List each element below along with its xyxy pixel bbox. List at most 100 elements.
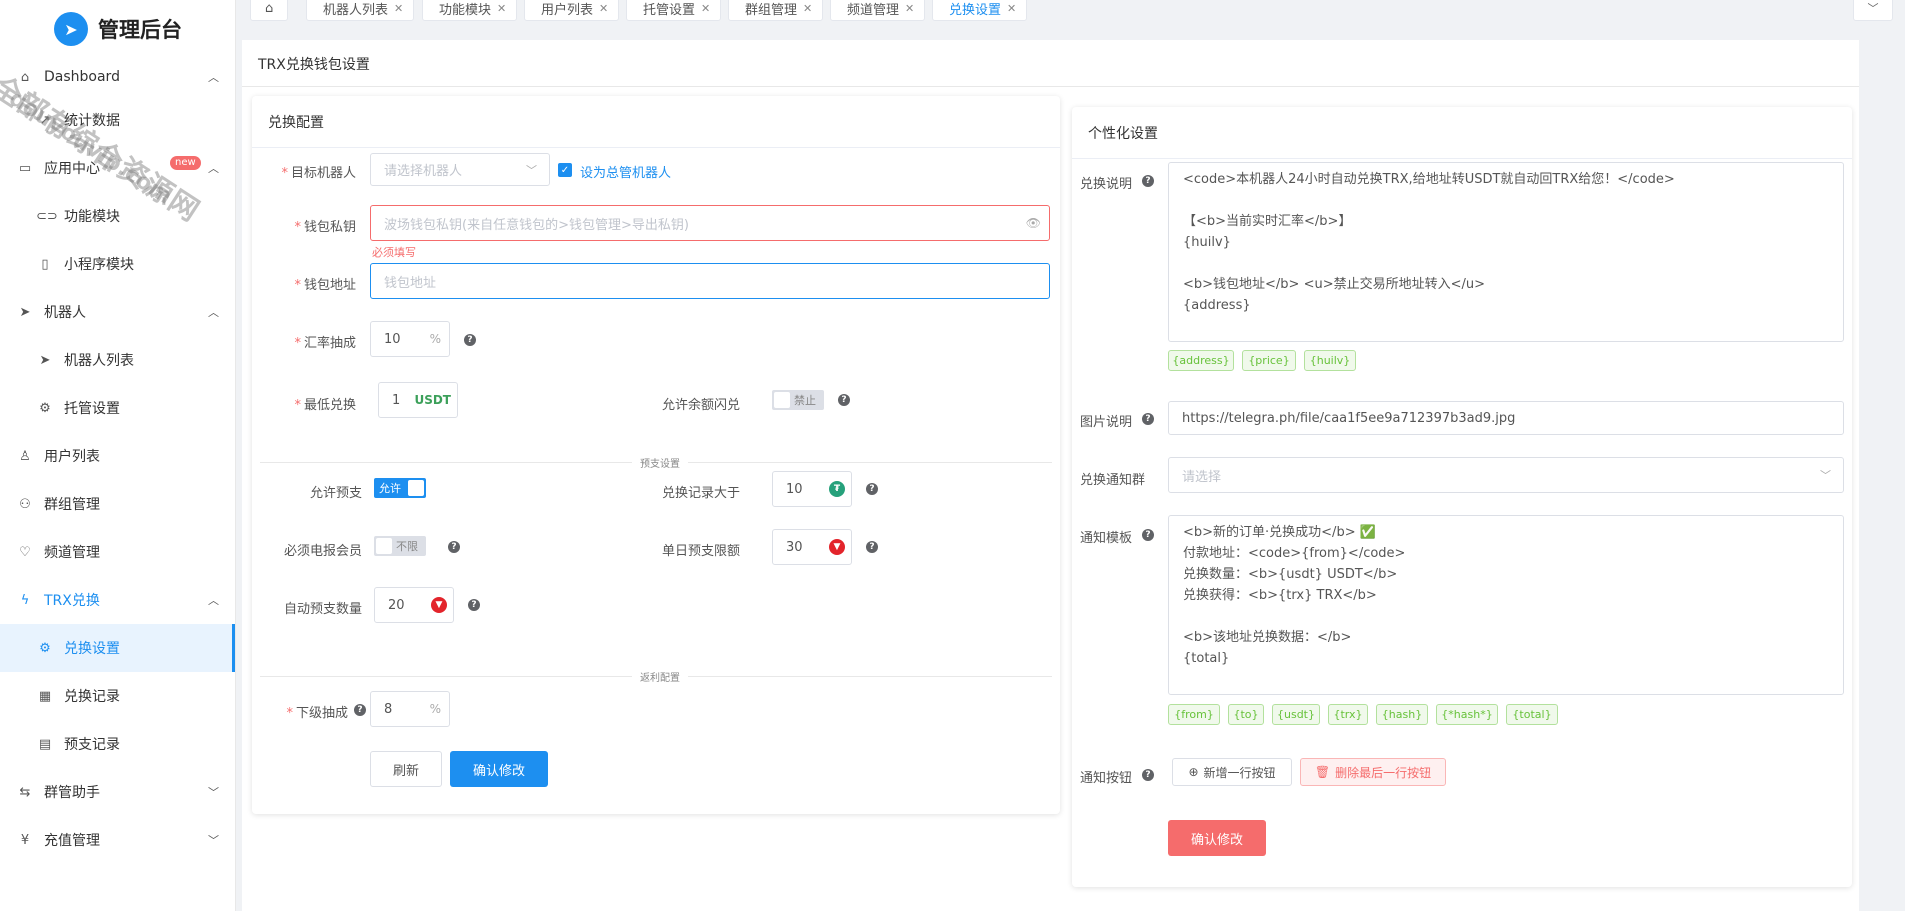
- set-master-checkbox[interactable]: ✓: [558, 163, 572, 177]
- tron-icon: ▼: [431, 597, 447, 613]
- help-icon[interactable]: ?: [866, 483, 878, 495]
- sidebar-item-channels[interactable]: ♡ 频道管理: [0, 528, 235, 576]
- personal-confirm-button[interactable]: 确认修改: [1168, 820, 1266, 856]
- sidebar-item-miniprogram[interactable]: ▯ 小程序模块: [0, 240, 235, 288]
- tg-member-switch[interactable]: 不限: [374, 536, 426, 556]
- tag-trx[interactable]: {trx}: [1328, 704, 1368, 725]
- delete-row-button[interactable]: 🗑 删除最后一行按钮: [1300, 758, 1446, 786]
- allow-advance-switch[interactable]: 允许: [374, 478, 426, 498]
- auto-amount-input[interactable]: 20 ▼: [374, 587, 454, 623]
- tag-from[interactable]: {from}: [1168, 704, 1220, 725]
- sidebar-item-users[interactable]: ♙ 用户列表: [0, 432, 235, 480]
- chevron-up-icon: ︿: [208, 162, 219, 175]
- toggle-icon: ⊂⊃: [36, 208, 58, 224]
- help-icon[interactable]: ?: [448, 541, 460, 553]
- min-exchange-input[interactable]: 1 USDT: [378, 382, 458, 418]
- close-icon[interactable]: ✕: [905, 2, 914, 15]
- sidebar-item-advance-records[interactable]: ▤ 预支记录: [0, 720, 235, 768]
- user-icon: ♙: [19, 448, 31, 464]
- refresh-button[interactable]: 刷新: [370, 751, 442, 787]
- flow-icon: ⇆: [19, 784, 31, 800]
- private-key-input[interactable]: 波场钱包私钥(来自任意钱包的>钱包管理>导出私钥) 👁: [370, 205, 1050, 241]
- tab-groups[interactable]: 群组管理 ✕: [728, 0, 824, 21]
- chevron-up-icon: ︿: [208, 594, 219, 607]
- tab-modules[interactable]: 功能模块 ✕: [422, 0, 518, 21]
- sidebar-item-trx[interactable]: ϟ TRX兑换 ︿: [0, 576, 235, 624]
- tab-hosting[interactable]: 托管设置 ✕: [626, 0, 722, 21]
- tag-usdt[interactable]: {usdt}: [1272, 704, 1320, 725]
- daily-limit-input[interactable]: 30 ▼: [772, 529, 852, 565]
- close-icon[interactable]: ✕: [497, 2, 506, 15]
- help-icon[interactable]: ?: [464, 334, 476, 346]
- help-icon[interactable]: ?: [468, 599, 480, 611]
- tab-users[interactable]: 用户列表 ✕: [524, 0, 620, 21]
- app-icon: ▭: [18, 160, 32, 176]
- tag-hash[interactable]: {hash}: [1376, 704, 1428, 725]
- sidebar-item-dashboard[interactable]: ⌂ Dashboard ︿: [0, 58, 235, 96]
- doc-icon: ▤: [38, 736, 52, 752]
- help-icon[interactable]: ?: [354, 704, 366, 716]
- close-icon[interactable]: ✕: [1007, 2, 1016, 15]
- users-icon: ⚇: [19, 496, 31, 512]
- sidebar-item-hosting[interactable]: ⚙ 托管设置: [0, 384, 235, 432]
- add-row-button[interactable]: ⊕ 新增一行按钮: [1172, 758, 1292, 786]
- sidebar: ➤ 管理后台 ⌂ Dashboard ︿ ↗ 统计数据 ▭ 应用中心 new ︿…: [0, 0, 236, 911]
- image-url-input[interactable]: https://telegra.ph/file/caa1f5ee9a712397…: [1168, 401, 1844, 435]
- sidebar-item-stats[interactable]: ↗ 统计数据: [0, 96, 235, 144]
- confirm-button[interactable]: 确认修改: [450, 751, 548, 787]
- close-icon[interactable]: ✕: [599, 2, 608, 15]
- rate-input[interactable]: 10 %: [370, 321, 450, 357]
- tag-huilv[interactable]: {huilv}: [1304, 350, 1356, 371]
- help-icon[interactable]: ?: [866, 541, 878, 553]
- record-gt-input[interactable]: 10 ₮: [772, 471, 852, 507]
- tag-address[interactable]: {address}: [1168, 350, 1234, 371]
- tab-robot-list[interactable]: 机器人列表 ✕: [306, 0, 415, 21]
- sidebar-item-exchange-settings[interactable]: ⚙ 兑换设置: [0, 624, 235, 672]
- rebate-divider-text: 返利配置: [632, 669, 688, 684]
- help-icon[interactable]: ?: [1142, 413, 1154, 425]
- sidebar-item-robot[interactable]: ➤ 机器人 ︿: [0, 288, 235, 336]
- tag-bold-hash[interactable]: {*hash*}: [1436, 704, 1498, 725]
- record-gt-label: 兑换记录大于: [662, 486, 741, 501]
- yen-icon: ¥: [20, 832, 30, 848]
- close-icon[interactable]: ✕: [803, 2, 812, 15]
- help-icon[interactable]: ?: [1142, 769, 1154, 781]
- tab-channels[interactable]: 频道管理 ✕: [830, 0, 926, 21]
- sidebar-item-robot-list[interactable]: ➤ 机器人列表: [0, 336, 235, 384]
- title-divider: [242, 86, 1859, 87]
- personal-settings-card: 个性化设置 兑换说明 ? <code>本机器人24小时自动兑换TRX,给地址转U…: [1072, 107, 1852, 887]
- sidebar-item-modules[interactable]: ⊂⊃ 功能模块: [0, 192, 235, 240]
- tab-exchange-settings[interactable]: 兑换设置 ✕: [932, 0, 1028, 21]
- eye-icon[interactable]: 👁: [1026, 216, 1041, 230]
- heart-icon: ♡: [19, 544, 31, 560]
- rate-label: * 汇率抽成: [294, 336, 356, 351]
- home-icon: ⌂: [265, 0, 274, 16]
- address-input[interactable]: 钱包地址: [370, 263, 1050, 299]
- sidebar-item-app-center[interactable]: ▭ 应用中心 new ︿: [0, 144, 235, 192]
- group-select[interactable]: 请选择 ﹀: [1168, 457, 1844, 493]
- tabs-more-button[interactable]: ﹀: [1853, 0, 1893, 21]
- help-icon[interactable]: ?: [1142, 529, 1154, 541]
- desc-textarea[interactable]: <code>本机器人24小时自动兑换TRX,给地址转USDT就自动回TRX给您！…: [1168, 162, 1844, 342]
- flash-switch[interactable]: 禁止: [772, 390, 824, 410]
- template-textarea[interactable]: <b>新的订单·兑换成功</b> ✅ 付款地址：<code>{from}</co…: [1168, 515, 1844, 695]
- chevron-down-icon: ﹀: [1820, 469, 1831, 482]
- sidebar-item-groups[interactable]: ⚇ 群组管理: [0, 480, 235, 528]
- close-icon[interactable]: ✕: [394, 2, 403, 15]
- sidebar-item-recharge[interactable]: ¥ 充值管理 ﹀: [0, 816, 235, 864]
- tag-price[interactable]: {price}: [1242, 350, 1296, 371]
- sidebar-item-exchange-records[interactable]: ▦ 兑换记录: [0, 672, 235, 720]
- target-bot-select[interactable]: 请选择机器人 ﹀: [370, 153, 550, 186]
- sidebar-item-group-assistant[interactable]: ⇆ 群管助手 ﹀: [0, 768, 235, 816]
- required-error: 必须填写: [372, 246, 416, 259]
- tag-to[interactable]: {to}: [1228, 704, 1264, 725]
- tag-total[interactable]: {total}: [1506, 704, 1558, 725]
- address-label: * 钱包地址: [294, 278, 356, 293]
- close-icon[interactable]: ✕: [701, 2, 710, 15]
- help-icon[interactable]: ?: [838, 394, 850, 406]
- set-master-label: 设为总管机器人: [580, 166, 672, 181]
- tab-home[interactable]: ⌂: [250, 0, 289, 21]
- new-badge: new: [170, 156, 201, 170]
- help-icon[interactable]: ?: [1142, 175, 1154, 187]
- sub-rate-input[interactable]: 8 %: [370, 691, 450, 727]
